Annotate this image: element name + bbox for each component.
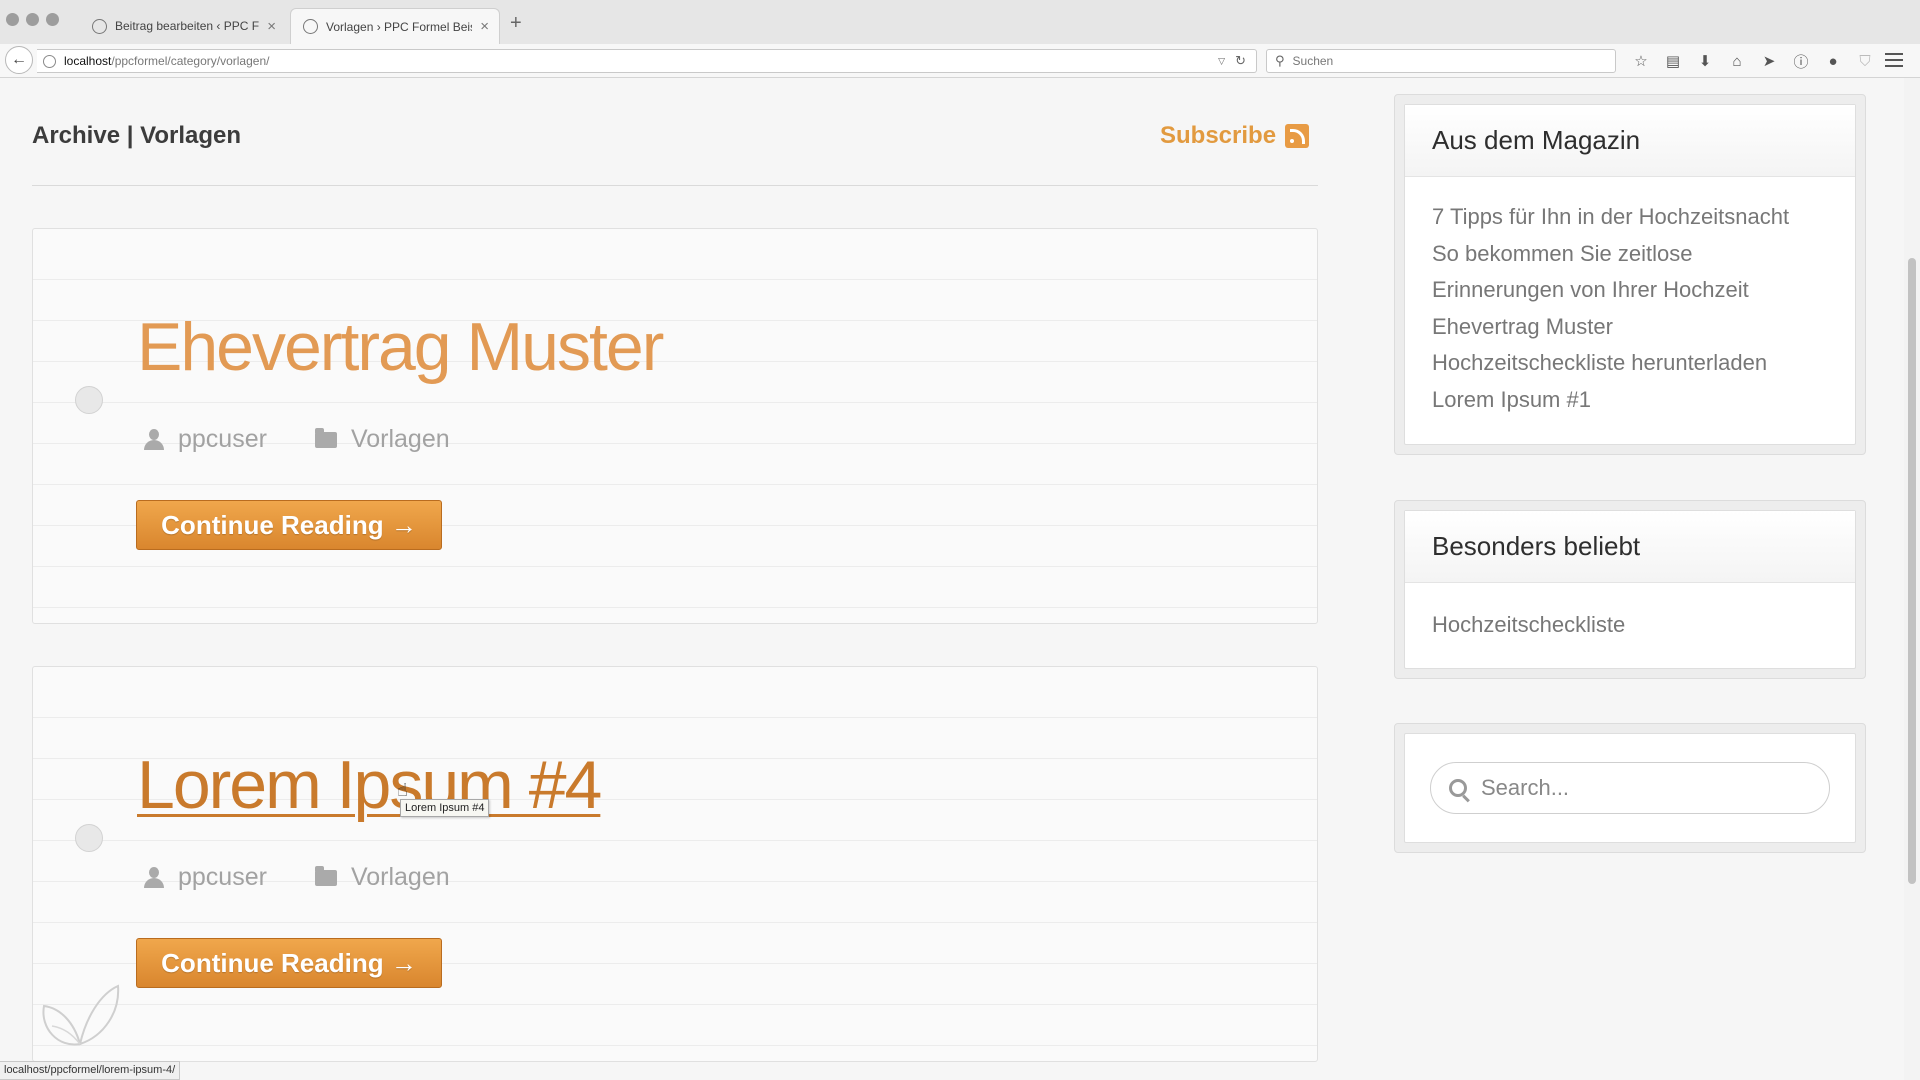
tab-edit-post[interactable]: Beitrag bearbeiten ‹ PPC Fo... × [80, 8, 286, 44]
url-bar[interactable]: localhost/ppcformel/category/vorlagen/ ▽… [37, 49, 1257, 73]
user-icon [144, 866, 164, 889]
user-icon [144, 428, 164, 451]
post-meta: ppcuser Vorlagen [144, 863, 450, 892]
tab-label: Beitrag bearbeiten ‹ PPC Fo... [115, 19, 260, 33]
widget-title: Besonders beliebt [1405, 511, 1855, 583]
magazin-link[interactable]: 7 Tipps für Ihn in der Hochzeitsnacht [1432, 199, 1828, 236]
close-tab-icon[interactable]: × [480, 18, 489, 35]
shield-icon[interactable]: ⛉ [1849, 53, 1881, 70]
page-title: Archive | Vorlagen [32, 122, 242, 149]
close-tab-icon[interactable]: × [267, 18, 276, 35]
post-author-link[interactable]: ppcuser [178, 425, 267, 454]
zoom-window-button[interactable] [46, 13, 59, 26]
globe-icon [92, 18, 107, 34]
widget-title: Aus dem Magazin [1405, 105, 1855, 177]
url-path: /ppcformel/category/vorlagen/ [111, 54, 270, 68]
minimize-window-button[interactable] [26, 13, 39, 26]
widget-search: Search... [1394, 723, 1866, 853]
post-meta: ppcuser Vorlagen [144, 425, 450, 454]
divider [32, 185, 1318, 186]
butterfly-logo-icon [42, 984, 120, 1046]
back-arrow-icon: ← [11, 51, 27, 68]
continue-reading-button[interactable]: Continue Reading → [136, 938, 442, 988]
close-window-button[interactable] [6, 13, 19, 26]
navigation-bar: ← localhost/ppcformel/category/vorlagen/… [0, 44, 1920, 78]
post-card: Lorem Ipsum #4 ppcuser Vorlagen Continue… [32, 666, 1318, 1062]
search-icon: ⚲ [1275, 53, 1285, 68]
hand-cursor-icon: ☝ [397, 780, 408, 800]
status-bar-url: localhost/ppcformel/lorem-ipsum-4/ [0, 1061, 181, 1080]
magazin-link[interactable]: Lorem Ipsum #1 [1432, 382, 1828, 419]
download-icon[interactable]: ⬇ [1689, 52, 1721, 70]
magazin-link[interactable]: So bekommen Sie zeitlose [1432, 236, 1828, 273]
info-icon[interactable]: ⓘ [1785, 51, 1817, 72]
site-info-icon[interactable] [43, 54, 56, 68]
magazin-link[interactable]: Hochzeitscheckliste herunterladen [1432, 345, 1828, 382]
post-category-link[interactable]: Vorlagen [351, 863, 450, 892]
folder-icon [314, 865, 337, 886]
post-card: Ehevertrag Muster ppcuser Vorlagen Conti… [32, 228, 1318, 624]
dropdown-icon[interactable]: ▽ [1218, 56, 1225, 67]
rss-icon [1285, 124, 1310, 148]
hamburger-menu-icon[interactable] [1885, 53, 1903, 71]
widget-magazin: Aus dem Magazin 7 Tipps für Ihn in der H… [1394, 94, 1866, 455]
tab-bar: Beitrag bearbeiten ‹ PPC Fo... × Vorlage… [0, 0, 1920, 44]
new-tab-button[interactable]: + [510, 13, 522, 33]
magazin-link[interactable]: Erinnerungen von Ihrer Hochzeit [1432, 272, 1828, 309]
browser-search-input[interactable]: ⚲ Suchen [1266, 49, 1616, 73]
post-marker-dot [75, 386, 103, 414]
reload-icon[interactable]: ↻ [1235, 53, 1246, 69]
beliebt-link[interactable]: Hochzeitscheckliste [1432, 607, 1828, 644]
reading-list-icon[interactable]: ▤ [1657, 52, 1689, 70]
tab-vorlagen[interactable]: Vorlagen › PPC Formel Beis... × [290, 8, 500, 44]
browser-search-placeholder: Suchen [1292, 54, 1334, 68]
post-title-link[interactable]: Lorem Ipsum #4 [137, 745, 602, 825]
search-icon [1449, 779, 1467, 797]
globe-icon [303, 19, 318, 34]
bookmark-star-icon[interactable]: ☆ [1625, 52, 1657, 70]
sidebar-search-input[interactable]: Search... [1430, 762, 1830, 814]
subscribe-label: Subscribe [1160, 122, 1277, 149]
post-marker-dot [75, 824, 103, 852]
search-placeholder: Search... [1481, 775, 1570, 800]
scrollbar-thumb[interactable] [1908, 258, 1916, 884]
home-icon[interactable]: ⌂ [1721, 53, 1753, 70]
chat-icon[interactable]: ● [1817, 53, 1849, 70]
link-tooltip: Lorem Ipsum #4 [400, 799, 490, 817]
post-category-link[interactable]: Vorlagen [351, 425, 450, 454]
subscribe-link[interactable]: Subscribe [1160, 122, 1310, 150]
post-title-link[interactable]: Ehevertrag Muster [137, 307, 664, 387]
url-host: localhost [64, 54, 112, 68]
magazin-link[interactable]: Ehevertrag Muster [1432, 309, 1828, 346]
back-button[interactable]: ← [5, 46, 33, 74]
folder-icon [314, 427, 337, 448]
send-icon[interactable]: ➤ [1753, 52, 1785, 70]
tab-label: Vorlagen › PPC Formel Beis... [326, 19, 473, 34]
post-author-link[interactable]: ppcuser [178, 863, 267, 892]
continue-reading-button[interactable]: Continue Reading → [136, 500, 442, 550]
widget-beliebt: Besonders beliebt Hochzeitscheckliste [1394, 500, 1866, 679]
